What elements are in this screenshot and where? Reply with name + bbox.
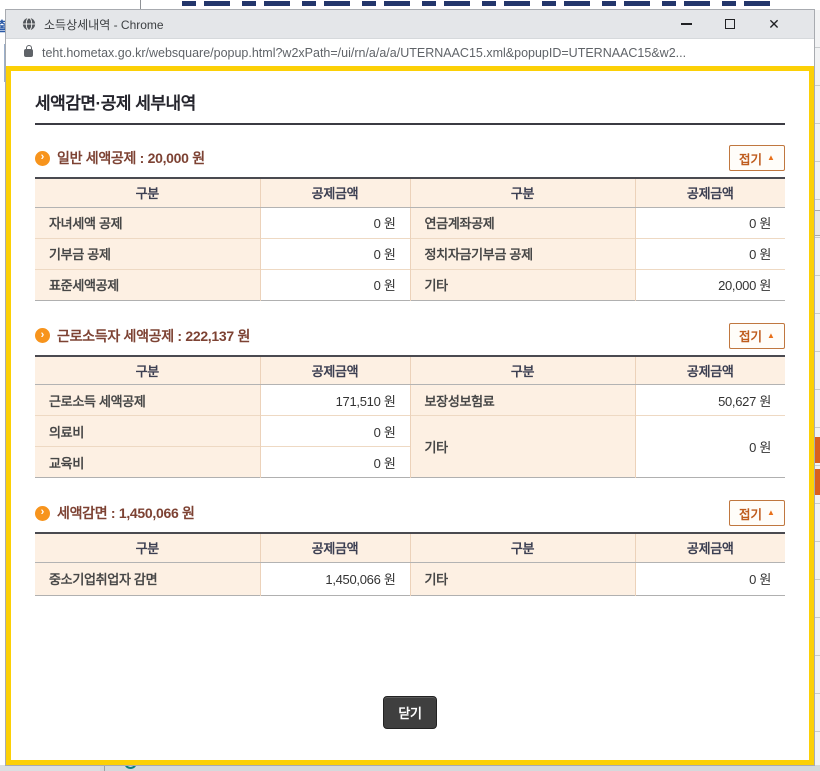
background-teal-icon-fragment: [124, 765, 137, 769]
general-deduction-table: 구분 공제금액 구분 공제금액 자녀세액 공제 0 원 연금계좌공제 0 원 기…: [35, 177, 785, 301]
row-label: 교육비: [35, 447, 260, 478]
row-label: 기타: [410, 269, 635, 300]
row-value: 0 원: [260, 269, 410, 300]
background-page-top-strip: [0, 0, 820, 10]
row-value: 1,450,066 원: [260, 562, 410, 595]
url-text: teht.hometax.go.kr/websquare/popup.html?…: [42, 46, 686, 60]
row-label: 기부금 공제: [35, 238, 260, 269]
collapse-label: 접기: [739, 504, 762, 523]
column-header: 구분: [410, 533, 635, 562]
row-label: 정치자금기부금 공제: [410, 238, 635, 269]
section-title: 근로소득자 세액공제 : 222,137 원: [57, 326, 250, 346]
column-header: 구분: [410, 178, 635, 207]
column-header: 공제금액: [635, 178, 785, 207]
section-header-earned-income: › 근로소득자 세액공제 : 222,137 원 접기 ▲: [35, 323, 785, 349]
row-value: 0 원: [635, 562, 785, 595]
minimize-icon: [681, 23, 692, 25]
background-panel-fragment: [0, 765, 100, 771]
maximize-button[interactable]: [708, 11, 752, 37]
table-row: 자녀세액 공제 0 원 연금계좌공제 0 원: [35, 207, 785, 238]
background-orange-button-fragment: [813, 469, 820, 495]
row-label: 자녀세액 공제: [35, 207, 260, 238]
row-value: 0 원: [635, 238, 785, 269]
collapse-button-tax-reduction[interactable]: 접기 ▲: [729, 500, 785, 526]
earned-income-deduction-table: 구분 공제금액 구분 공제금액 근로소득 세액공제 171,510 원 보장성보…: [35, 355, 785, 479]
section-title: 세액감면 : 1,450,066 원: [57, 503, 195, 523]
column-header: 구분: [35, 178, 260, 207]
row-value: 0 원: [635, 416, 785, 478]
background-clipped-text-fragment: [182, 1, 772, 6]
column-header: 공제금액: [635, 533, 785, 562]
row-value: 0 원: [260, 447, 410, 478]
row-label: 연금계좌공제: [410, 207, 635, 238]
table-header-row: 구분 공제금액 구분 공제금액: [35, 178, 785, 207]
maximize-icon: [725, 19, 735, 29]
column-header: 공제금액: [260, 533, 410, 562]
window-titlebar: 소득상세내역 - Chrome ✕: [6, 10, 814, 38]
background-page-bottom-strip: [0, 765, 820, 771]
column-header: 공제금액: [260, 178, 410, 207]
tax-reduction-table: 구분 공제금액 구분 공제금액 중소기업취업자 감면 1,450,066 원 기…: [35, 532, 785, 596]
row-label: 기타: [410, 562, 635, 595]
table-row: 표준세액공제 0 원 기타 20,000 원: [35, 269, 785, 300]
background-orange-button-fragment: [813, 437, 820, 463]
page-title: 세액감면·공제 세부내역: [35, 89, 785, 109]
window-title: 소득상세내역 - Chrome: [44, 16, 664, 33]
section-bullet-icon: ›: [35, 328, 50, 343]
background-tab-fragment: [813, 210, 820, 236]
background-divider-fragment: [104, 765, 105, 771]
background-page-right-strip: [813, 10, 820, 765]
footer-button-row: 닫기: [35, 696, 785, 729]
row-label: 보장성보험료: [410, 385, 635, 416]
row-value: 50,627 원: [635, 385, 785, 416]
column-header: 구분: [35, 533, 260, 562]
table-row: 근로소득 세액공제 171,510 원 보장성보험료 50,627 원: [35, 385, 785, 416]
lock-icon: [24, 49, 33, 57]
row-value: 20,000 원: [635, 269, 785, 300]
collapse-arrow-icon: ▲: [767, 332, 775, 340]
section-header-tax-reduction: › 세액감면 : 1,450,066 원 접기 ▲: [35, 500, 785, 526]
row-value: 0 원: [260, 238, 410, 269]
collapse-button-earned-income[interactable]: 접기 ▲: [729, 323, 785, 349]
column-header: 공제금액: [260, 356, 410, 385]
popup-window: 소득상세내역 - Chrome ✕ teht.hometax.go.kr/web…: [6, 10, 814, 765]
table-row: 의료비 0 원 기타 0 원: [35, 416, 785, 447]
row-value: 0 원: [635, 207, 785, 238]
row-value: 0 원: [260, 416, 410, 447]
row-label: 기타: [410, 416, 635, 478]
section-title: 일반 세액공제 : 20,000 원: [57, 148, 205, 168]
collapse-label: 접기: [739, 149, 762, 168]
close-window-button[interactable]: ✕: [752, 11, 796, 37]
section-bullet-icon: ›: [35, 151, 50, 166]
window-controls: ✕: [664, 11, 796, 37]
table-header-row: 구분 공제금액 구분 공제금액: [35, 356, 785, 385]
row-label: 의료비: [35, 416, 260, 447]
collapse-arrow-icon: ▲: [767, 154, 775, 162]
column-header: 공제금액: [635, 356, 785, 385]
popup-content: 세액감면·공제 세부내역 › 일반 세액공제 : 20,000 원 접기 ▲ 구…: [6, 66, 814, 765]
row-value: 171,510 원: [260, 385, 410, 416]
table-header-row: 구분 공제금액 구분 공제금액: [35, 533, 785, 562]
collapse-button-general[interactable]: 접기 ▲: [729, 145, 785, 171]
table-row: 기부금 공제 0 원 정치자금기부금 공제 0 원: [35, 238, 785, 269]
section-bullet-icon: ›: [35, 506, 50, 521]
column-header: 구분: [35, 356, 260, 385]
row-label: 근로소득 세액공제: [35, 385, 260, 416]
background-divider-fragment: [140, 0, 141, 10]
collapse-label: 접기: [739, 326, 762, 345]
column-header: 구분: [410, 356, 635, 385]
close-button[interactable]: 닫기: [383, 696, 436, 729]
row-label: 중소기업취업자 감면: [35, 562, 260, 595]
collapse-arrow-icon: ▲: [767, 509, 775, 517]
globe-icon: [22, 17, 36, 31]
row-value: 0 원: [260, 207, 410, 238]
title-divider: [35, 123, 785, 125]
section-header-general-deduction: › 일반 세액공제 : 20,000 원 접기 ▲: [35, 145, 785, 171]
address-bar[interactable]: teht.hometax.go.kr/websquare/popup.html?…: [6, 38, 814, 66]
minimize-button[interactable]: [664, 11, 708, 37]
close-icon: ✕: [768, 17, 780, 31]
row-label: 표준세액공제: [35, 269, 260, 300]
table-row: 중소기업취업자 감면 1,450,066 원 기타 0 원: [35, 562, 785, 595]
